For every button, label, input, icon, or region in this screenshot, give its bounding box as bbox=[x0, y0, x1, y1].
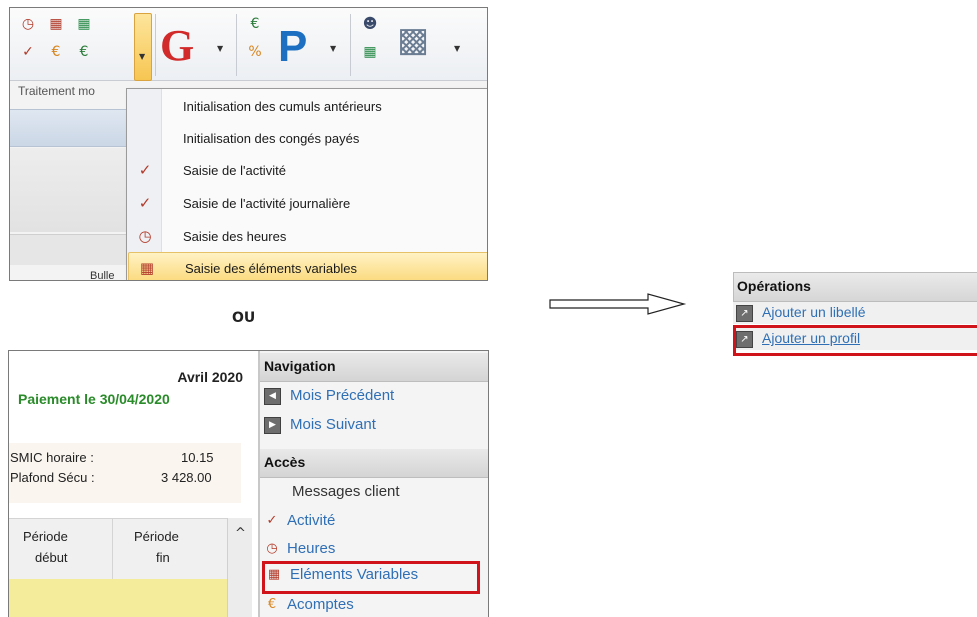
building-icon[interactable]: ▩ bbox=[393, 20, 433, 60]
grey-block bbox=[10, 234, 128, 265]
acomptes-link[interactable]: Acomptes bbox=[287, 596, 354, 613]
ribbon-band: ◷ ▦ ▦ ✓ € € ▼ G ▼ € % P ▼ ☻ ▦ ▩ ▼ bbox=[10, 8, 487, 81]
column-header-end-sub: fin bbox=[156, 550, 170, 565]
user-icon[interactable]: ☻ bbox=[362, 16, 378, 32]
chevron-down-icon[interactable]: ▼ bbox=[217, 44, 223, 53]
highlight-box bbox=[262, 561, 480, 594]
menu-item-saisie-elements-variables[interactable]: ▦ Saisie des éléments variables bbox=[128, 252, 487, 280]
table-row[interactable] bbox=[9, 579, 227, 617]
operation-add-label[interactable]: ↗ Ajouter un libellé bbox=[733, 302, 977, 324]
column-header-start-sub: début bbox=[35, 550, 68, 565]
activity-icon: ✓ bbox=[138, 161, 152, 179]
previous-icon: ◀ bbox=[264, 388, 281, 405]
calendar-icon[interactable]: ▦ bbox=[76, 16, 92, 32]
clock-icon[interactable]: ◷ bbox=[20, 16, 36, 32]
navigation-header: Navigation bbox=[260, 353, 488, 382]
menu-item-label: Initialisation des cumuls antérieurs bbox=[183, 99, 382, 114]
operations-title: Opérations bbox=[737, 278, 811, 294]
column-header-start[interactable]: Période bbox=[23, 529, 68, 544]
menu-item-label: Saisie de l'activité journalière bbox=[183, 196, 351, 211]
variables-icon[interactable]: ▦ bbox=[48, 16, 64, 32]
acces-header: Accès bbox=[260, 449, 488, 478]
messages-client-item[interactable]: Messages client bbox=[292, 483, 400, 500]
clock-icon: ◷ bbox=[138, 227, 152, 245]
dropdown-button[interactable]: ▼ bbox=[134, 13, 152, 81]
next-month-link[interactable]: Mois Suivant bbox=[290, 416, 376, 433]
acces-title: Accès bbox=[264, 454, 306, 470]
plafond-value: 3 428.00 bbox=[161, 470, 212, 485]
smic-label: SMIC horaire : bbox=[10, 450, 94, 465]
menu-item-saisie-activite-journaliere[interactable]: ✓ Saisie de l'activité journalière bbox=[127, 188, 487, 218]
menu-item-label: Saisie de l'activité bbox=[183, 163, 286, 178]
menu-item-label: Saisie des heures bbox=[183, 229, 287, 244]
column-header-end[interactable]: Période bbox=[134, 529, 179, 544]
bulle-label: Bulle bbox=[90, 270, 115, 281]
daily-activity-icon: ✓ bbox=[138, 194, 152, 212]
activite-link[interactable]: Activité bbox=[287, 512, 335, 529]
table-header: Période début Période fin bbox=[9, 518, 241, 579]
operations-panel: Opérations ↗ Ajouter un libellé ↗ Ajoute… bbox=[733, 272, 977, 356]
dropdown-menu: Initialisation des cumuls antérieurs Ini… bbox=[126, 88, 487, 280]
scrollbar[interactable]: ^ bbox=[227, 518, 252, 617]
menu-item-init-cumuls[interactable]: Initialisation des cumuls antérieurs bbox=[127, 91, 487, 121]
g-icon[interactable]: G bbox=[160, 20, 194, 71]
right-arrow-icon bbox=[549, 293, 687, 315]
calendar-icon[interactable]: ▦ bbox=[362, 44, 378, 60]
chevron-down-icon[interactable]: ▼ bbox=[330, 44, 336, 53]
money-icon[interactable]: € bbox=[247, 16, 263, 32]
p-icon[interactable]: P bbox=[278, 22, 307, 72]
activity-icon[interactable]: ✓ bbox=[20, 44, 36, 60]
scroll-up-icon[interactable]: ^ bbox=[235, 526, 246, 541]
group-label: Traitement mo bbox=[18, 84, 95, 98]
menu-item-saisie-activite[interactable]: ✓ Saisie de l'activité bbox=[127, 155, 487, 185]
percent-icon[interactable]: % bbox=[247, 44, 263, 60]
smic-value: 10.15 bbox=[181, 450, 214, 465]
payment-date: Paiement le 30/04/2020 bbox=[18, 391, 170, 407]
euro-icon[interactable]: € bbox=[48, 44, 64, 60]
heures-link[interactable]: Heures bbox=[287, 540, 335, 557]
money-icon[interactable]: € bbox=[76, 44, 92, 60]
payroll-summary: Avril 2020 Paiement le 30/04/2020 SMIC h… bbox=[9, 351, 252, 617]
activity-icon: ✓ bbox=[266, 513, 278, 528]
menu-item-init-conges[interactable]: Initialisation des congés payés bbox=[127, 123, 487, 153]
previous-month-link[interactable]: Mois Précédent bbox=[290, 387, 394, 404]
menu-item-label: Saisie des éléments variables bbox=[185, 261, 357, 276]
euro-icon: € bbox=[267, 597, 277, 612]
menu-item-saisie-heures[interactable]: ◷ Saisie des heures bbox=[127, 221, 487, 251]
separator bbox=[236, 14, 237, 76]
chevron-down-icon[interactable]: ▼ bbox=[454, 44, 460, 53]
blue-band bbox=[10, 109, 128, 147]
add-icon: ↗ bbox=[736, 305, 753, 322]
chevron-down-icon: ▼ bbox=[139, 52, 146, 61]
separator bbox=[155, 14, 156, 76]
operations-header: Opérations bbox=[733, 272, 977, 302]
plafond-label: Plafond Sécu : bbox=[10, 470, 95, 485]
highlight-box bbox=[733, 325, 977, 356]
or-separator: OU bbox=[232, 310, 256, 326]
period-month: Avril 2020 bbox=[177, 369, 243, 385]
clock-icon: ◷ bbox=[266, 541, 278, 556]
rates-box: SMIC horaire : 10.15 Plafond Sécu : 3 42… bbox=[9, 443, 241, 503]
menu-item-label: Initialisation des congés payés bbox=[183, 131, 360, 146]
payroll-panel: Avril 2020 Paiement le 30/04/2020 SMIC h… bbox=[8, 350, 489, 617]
variables-icon: ▦ bbox=[139, 259, 155, 277]
operation-link[interactable]: Ajouter un libellé bbox=[762, 304, 866, 320]
ribbon-panel: ◷ ▦ ▦ ✓ € € ▼ G ▼ € % P ▼ ☻ ▦ ▩ ▼ Traite… bbox=[9, 7, 488, 281]
separator bbox=[350, 14, 351, 76]
navigation-title: Navigation bbox=[264, 358, 336, 374]
next-icon: ▶ bbox=[264, 417, 281, 434]
grey-block bbox=[10, 148, 128, 232]
